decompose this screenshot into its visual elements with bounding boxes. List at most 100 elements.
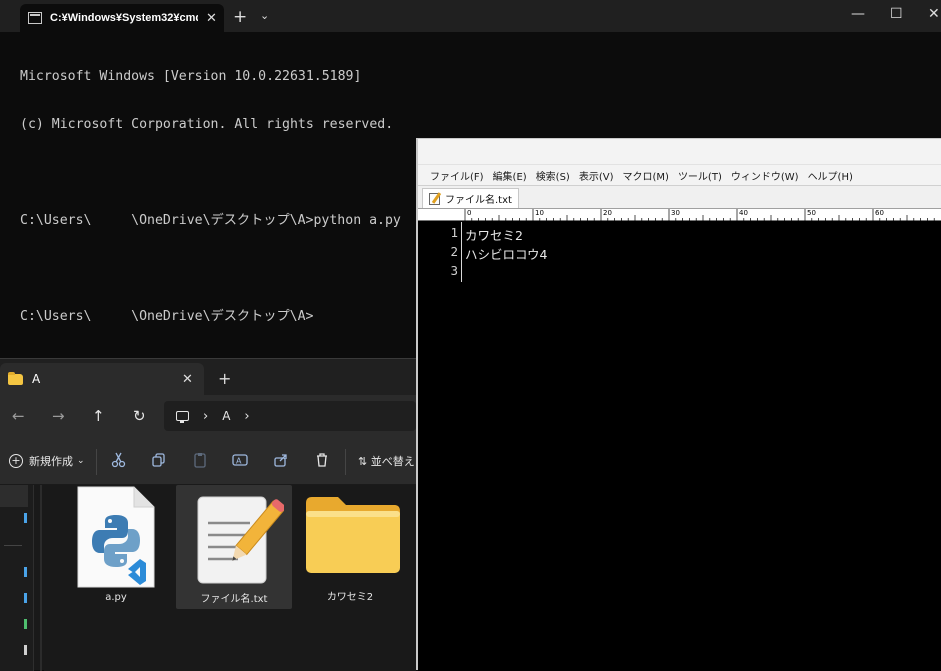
line-number: 2 — [450, 244, 458, 259]
nav-pane-item[interactable] — [24, 593, 27, 603]
delete-icon[interactable] — [313, 451, 331, 469]
nav-pane-item[interactable] — [24, 513, 27, 523]
plus-circle-icon: + — [9, 454, 23, 468]
new-button-label: 新規作成 — [29, 455, 73, 468]
chevron-right-icon[interactable]: › — [244, 409, 249, 424]
editor-tabbar: ファイル名.txt — [418, 185, 941, 209]
menu-file[interactable]: ファイル(F) — [430, 168, 484, 183]
window-close-button[interactable]: ✕ — [928, 6, 940, 22]
nav-pane-item[interactable] — [24, 567, 27, 577]
cmd-output-line — [20, 261, 420, 277]
paste-icon[interactable] — [191, 451, 209, 469]
chevron-down-icon[interactable]: ⌄ — [260, 9, 269, 22]
cut-icon[interactable] — [110, 451, 128, 469]
new-button[interactable]: + 新規作成 ⌄ — [9, 453, 85, 469]
chevron-right-icon: › — [203, 408, 209, 424]
ruler-label: 40 — [739, 209, 748, 217]
ruler-label: 60 — [875, 209, 884, 217]
breadcrumb-item[interactable]: A — [222, 409, 230, 423]
explorer-tab-title: A — [32, 372, 41, 386]
menu-view[interactable]: 表示(V) — [579, 168, 614, 183]
monitor-icon — [176, 411, 189, 423]
cmd-output-line: C:\Users\ \OneDrive\デスクトップ\A>python a.py — [20, 213, 401, 228]
minimize-button[interactable]: — — [851, 6, 865, 22]
menu-tools[interactable]: ツール(T) — [678, 168, 722, 183]
explorer-navbar: ← → ↑ ↻ › A › — [0, 395, 416, 439]
forward-button[interactable]: → — [52, 407, 65, 425]
explorer-toolbar: + 新規作成 ⌄ A ⇅ 並べ替え — [0, 439, 416, 485]
editor-titlebar[interactable] — [418, 139, 941, 165]
editor-line: ハシビロコウ4 — [465, 247, 548, 262]
column-ruler: 0 10 20 30 40 50 60 — [418, 209, 941, 221]
cmd-output-line: Microsoft Windows [Version 10.0.22631.51… — [20, 69, 362, 84]
menu-edit[interactable]: 編集(E) — [493, 168, 527, 183]
ruler-label: 10 — [535, 209, 544, 217]
toolbar-divider — [96, 449, 97, 475]
line-number: 1 — [450, 225, 458, 240]
nav-pane-divider — [4, 545, 22, 546]
ruler-label: 50 — [807, 209, 816, 217]
editor-line: カワセミ2 — [465, 228, 523, 243]
pane-splitter[interactable] — [40, 485, 42, 671]
file-name: a.py — [105, 592, 127, 603]
close-icon[interactable]: ✕ — [206, 11, 217, 26]
terminal-icon — [28, 12, 42, 24]
share-icon[interactable] — [272, 451, 290, 469]
cmd-prompt-line: C:\Users\ \OneDrive\デスクトップ\A> — [20, 309, 314, 324]
folder-icon — [8, 371, 23, 385]
file-name: カワセミ2 — [326, 592, 374, 603]
explorer-tab[interactable]: A ✕ — [0, 363, 204, 395]
cmd-tab-title: C:¥Windows¥System32¥cmd.e — [50, 12, 198, 24]
sort-icon: ⇅ — [358, 455, 371, 468]
close-icon[interactable]: ✕ — [182, 372, 193, 387]
cmd-output[interactable]: Microsoft Windows [Version 10.0.22631.51… — [20, 37, 420, 357]
text-file-icon — [429, 192, 440, 205]
python-file-icon — [77, 486, 155, 588]
file-list: a.py ファイル名.txt カワセミ2 — [44, 485, 416, 671]
line-number: 3 — [450, 263, 458, 278]
toolbar-divider — [345, 449, 346, 475]
new-tab-button[interactable]: + — [218, 369, 231, 388]
cmd-tab[interactable]: C:¥Windows¥System32¥cmd.e ✕ — [20, 4, 224, 32]
line-number-divider — [461, 222, 462, 282]
ruler-label: 30 — [671, 209, 680, 217]
file-item-a-py[interactable]: a.py — [60, 485, 172, 607]
ruler-label: 0 — [467, 209, 472, 217]
navigation-pane[interactable] — [0, 485, 34, 671]
nav-pane-item[interactable] — [24, 645, 27, 655]
folder-icon — [306, 497, 400, 573]
new-tab-button[interactable]: + — [233, 7, 247, 27]
menu-search[interactable]: 検索(S) — [536, 168, 570, 183]
refresh-button[interactable]: ↻ — [133, 407, 146, 425]
explorer-titlebar: A ✕ + — [0, 359, 416, 395]
editor-tab[interactable]: ファイル名.txt — [422, 188, 519, 208]
editor-menubar: ファイル(F) 編集(E) 検索(S) 表示(V) マクロ(M) ツール(T) … — [418, 165, 941, 185]
cmd-output-line — [20, 165, 420, 181]
file-item-txt[interactable]: ファイル名.txt — [176, 485, 292, 609]
menu-macro[interactable]: マクロ(M) — [623, 168, 669, 183]
cmd-titlebar: C:¥Windows¥System32¥cmd.e ✕ + ⌄ — ☐ ✕ — [0, 0, 941, 32]
up-button[interactable]: ↑ — [92, 407, 105, 425]
back-button[interactable]: ← — [12, 407, 25, 425]
sort-button[interactable]: ⇅ 並べ替え — [358, 453, 415, 469]
chevron-down-icon: ⌄ — [77, 456, 85, 466]
folder-item-kawasemi2[interactable]: カワセミ2 — [294, 485, 406, 607]
menu-help[interactable]: ヘルプ(H) — [808, 168, 853, 183]
text-editor-window: ファイル(F) 編集(E) 検索(S) 表示(V) マクロ(M) ツール(T) … — [416, 138, 941, 671]
sort-button-label: 並べ替え — [370, 455, 415, 468]
nav-pane-item[interactable] — [0, 485, 28, 507]
menu-window[interactable]: ウィンドウ(W) — [731, 168, 799, 183]
maximize-button[interactable]: ☐ — [890, 6, 903, 22]
svg-text:A: A — [236, 457, 242, 466]
editor-text-area[interactable]: 1 カワセミ2 2 ハシビロコウ4 3 — [418, 222, 941, 671]
file-name: ファイル名.txt — [200, 594, 268, 605]
editor-tab-title: ファイル名.txt — [445, 195, 512, 206]
nav-pane-item[interactable] — [24, 619, 27, 629]
ruler-label: 20 — [603, 209, 612, 217]
explorer-window: A ✕ + ← → ↑ ↻ › A › + 新規作成 ⌄ A ⇅ 並べ替え a.… — [0, 358, 416, 671]
rename-icon[interactable]: A — [231, 451, 249, 469]
cmd-output-line: (c) Microsoft Corporation. All rights re… — [20, 117, 394, 132]
address-bar[interactable]: › A › — [164, 401, 416, 431]
text-file-icon — [197, 496, 284, 584]
copy-icon[interactable] — [150, 451, 168, 469]
